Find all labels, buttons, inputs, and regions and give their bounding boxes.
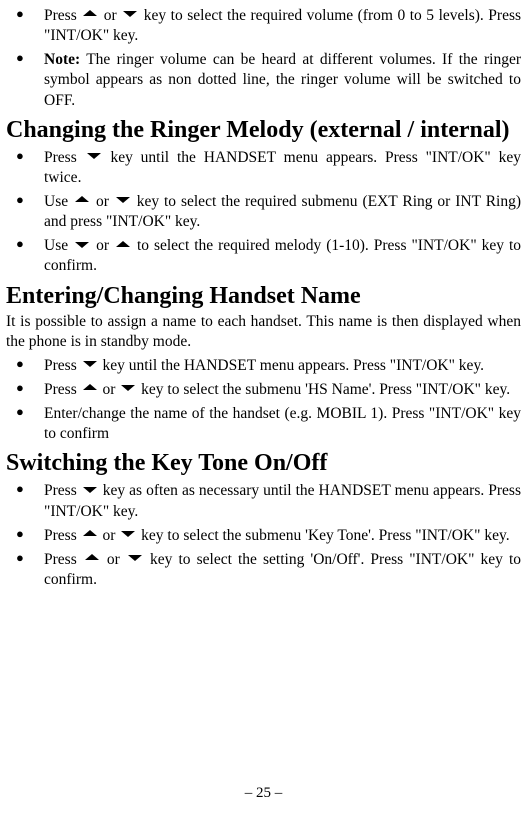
note-label: Note: xyxy=(44,51,80,68)
list-item: Press key until the HANDSET menu appears… xyxy=(6,148,521,188)
text: Press xyxy=(44,482,81,499)
text: The ringer volume can be heard at differ… xyxy=(44,51,521,108)
down-arrow-icon xyxy=(128,555,142,561)
text: key to select the submenu 'Key Tone'. Pr… xyxy=(141,527,509,544)
text: or xyxy=(96,237,114,254)
up-arrow-icon xyxy=(85,554,99,560)
text: or xyxy=(107,551,126,568)
heading-handset-name: Entering/Changing Handset Name xyxy=(6,283,521,310)
heading-ringer-melody: Changing the Ringer Melody (external / i… xyxy=(6,117,521,144)
list-item: Enter/change the name of the handset (e.… xyxy=(6,404,521,444)
list-item: Press or key to select the submenu 'Key … xyxy=(6,526,521,546)
up-arrow-icon xyxy=(83,530,97,536)
text: Use xyxy=(44,237,73,254)
text: Enter/change the name of the handset (e.… xyxy=(44,405,521,442)
list-item: Use or to select the required melody (1-… xyxy=(6,236,521,276)
up-arrow-icon xyxy=(116,241,130,247)
text: Use xyxy=(44,193,73,210)
text: or xyxy=(104,7,121,24)
text: Press xyxy=(44,357,81,374)
up-arrow-icon xyxy=(75,196,89,202)
down-arrow-icon xyxy=(75,242,89,248)
text: key until the HANDSET menu appears. Pres… xyxy=(102,357,484,374)
list-item: Note: The ringer volume can be heard at … xyxy=(6,50,521,110)
up-arrow-icon xyxy=(83,10,97,16)
text: or xyxy=(102,527,119,544)
text: Press xyxy=(44,551,83,568)
list-item: Press or key to select the setting 'On/O… xyxy=(6,550,521,590)
text: or xyxy=(96,193,114,210)
list-item: Press key as often as necessary until th… xyxy=(6,481,521,521)
text: Press xyxy=(44,527,81,544)
text: or xyxy=(102,381,119,398)
text: key to select the submenu 'HS Name'. Pre… xyxy=(141,381,510,398)
down-arrow-icon xyxy=(121,531,135,537)
up-arrow-icon xyxy=(83,384,97,390)
down-arrow-icon xyxy=(87,153,101,159)
section-2-list: Press key until the HANDSET menu appears… xyxy=(6,356,521,445)
down-arrow-icon xyxy=(123,11,137,17)
text: Press xyxy=(44,381,81,398)
down-arrow-icon xyxy=(116,197,130,203)
section-0-list: Press or key to select the required volu… xyxy=(6,6,521,111)
list-item: Press or key to select the submenu 'HS N… xyxy=(6,380,521,400)
list-item: Press or key to select the required volu… xyxy=(6,6,521,46)
text: Press xyxy=(44,149,85,166)
text: Press xyxy=(44,7,81,24)
intro-text: It is possible to assign a name to each … xyxy=(6,312,521,352)
down-arrow-icon xyxy=(83,361,97,367)
list-item: Use or key to select the required submen… xyxy=(6,192,521,232)
text: key as often as necessary until the HAND… xyxy=(44,482,521,519)
down-arrow-icon xyxy=(121,385,135,391)
down-arrow-icon xyxy=(83,487,97,493)
heading-key-tone: Switching the Key Tone On/Off xyxy=(6,450,521,477)
page-content: Press or key to select the required volu… xyxy=(0,0,527,590)
text: key until the HANDSET menu appears. Pres… xyxy=(44,149,521,186)
section-3-list: Press key as often as necessary until th… xyxy=(6,481,521,590)
section-1-list: Press key until the HANDSET menu appears… xyxy=(6,148,521,277)
list-item: Press key until the HANDSET menu appears… xyxy=(6,356,521,376)
page-number: – 25 – xyxy=(0,785,527,802)
